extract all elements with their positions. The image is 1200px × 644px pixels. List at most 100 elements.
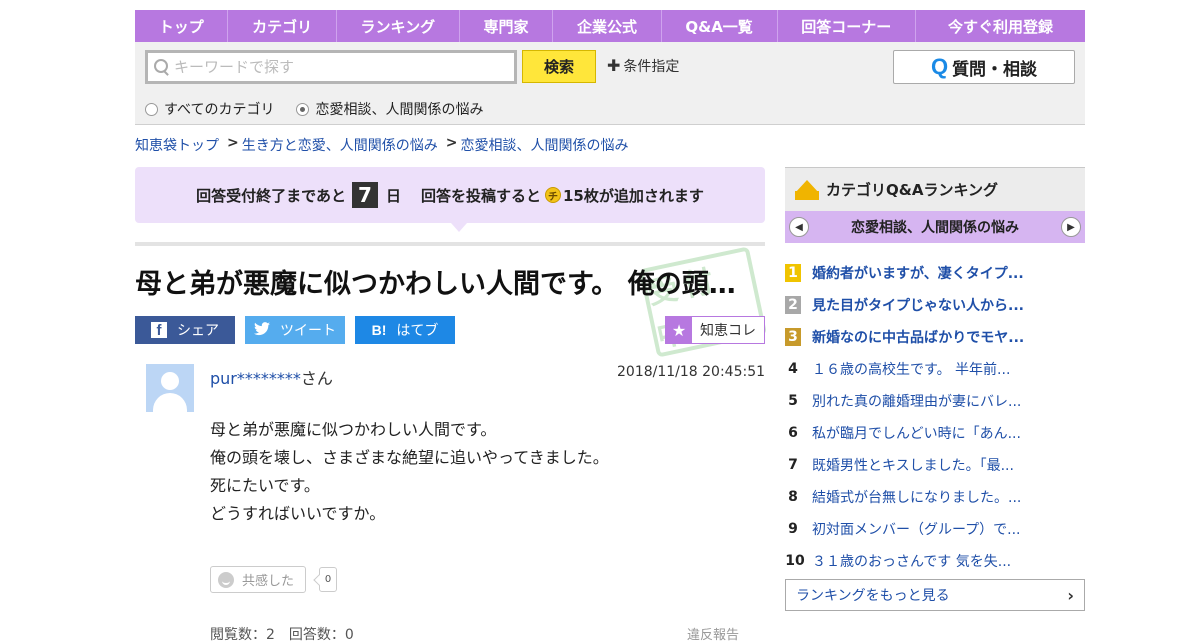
ranking-item-title: 見た目がタイプじゃない人から... xyxy=(812,298,1024,314)
ranking-item[interactable]: 5 別れた真の離婚理由が妻にバレ... xyxy=(785,385,1085,417)
rank-number: 5 xyxy=(788,393,798,409)
empathy-count: 0 xyxy=(319,567,337,592)
nav-item-category[interactable]: カテゴリ xyxy=(228,10,337,42)
ranking-item-title: 初対面メンバー（グループ）で... xyxy=(812,522,1021,538)
hatena-share-label: はてブ xyxy=(396,323,439,339)
plus-icon: ✚ xyxy=(607,56,621,75)
rank-number: 10 xyxy=(785,553,805,569)
question-body-line: どうすればいいですか。 xyxy=(210,504,386,523)
next-arrow-icon[interactable]: ▶ xyxy=(1061,217,1081,237)
prev-arrow-icon[interactable]: ◀ xyxy=(789,217,809,237)
page: トップ カテゴリ ランキング 専門家 企業公式 Q&A一覧 回答コーナー 今すぐ… xyxy=(135,0,1085,643)
facebook-share-button[interactable]: f シェア xyxy=(135,316,235,344)
twitter-share-label: ツイート xyxy=(280,323,336,339)
ranking-item[interactable]: 10 ３１歳のおっさんです 気を失... xyxy=(785,545,1085,577)
nav-item-ranking[interactable]: ランキング xyxy=(337,10,460,42)
radio-off-icon xyxy=(145,102,158,116)
ranking-item-title: 結婚式が台無しになりました。... xyxy=(812,490,1022,506)
question-author: pur********さん xyxy=(210,365,333,389)
notice-days-unit: 日 xyxy=(385,186,401,205)
facebook-share-label: シェア xyxy=(177,323,219,339)
ranking-item-title: １６歳の高校生です。 半年前... xyxy=(812,362,1011,378)
smile-icon xyxy=(218,571,234,588)
ranking-item-title: 婚約者がいますが、凄くタイプ... xyxy=(812,266,1024,282)
nav-item-answer-corner[interactable]: 回答コーナー xyxy=(778,10,916,42)
rank-number: 3 xyxy=(785,328,801,346)
ranking-title: カテゴリQ&Aランキング xyxy=(826,181,998,199)
ranking-header: カテゴリQ&Aランキング xyxy=(785,167,1085,211)
empathy-label: 共感した xyxy=(242,574,295,589)
search-input[interactable] xyxy=(174,58,504,76)
chie-collection-button[interactable]: ★ 知恵コレ xyxy=(665,316,765,344)
answer-deadline-notice: 回答受付終了まであと 7 日 回答を投稿すると チ 15枚が追加されます xyxy=(135,167,765,223)
author-link[interactable]: pur******** xyxy=(210,369,301,388)
breadcrumb-item-top[interactable]: 知恵袋トップ xyxy=(135,135,219,155)
search-field[interactable] xyxy=(145,50,517,84)
rank-number: 1 xyxy=(785,264,801,282)
chevron-right-icon: › xyxy=(1067,585,1074,605)
twitter-share-button[interactable]: ツイート xyxy=(245,316,345,344)
radio-category-label: 恋愛相談、人間関係の悩み xyxy=(315,102,484,118)
ranking-item[interactable]: 9 初対面メンバー（グループ）で... xyxy=(785,513,1085,545)
category-ranking: カテゴリQ&Aランキング ◀ 恋愛相談、人間関係の悩み ▶ 1 婚約者がいますが… xyxy=(785,167,1085,611)
question-body-line: 死にたいです。 xyxy=(210,476,320,495)
search-bar: 検索 ✚条件指定 Q 質問・相談 すべてのカテゴリ 恋愛相談、人間関係の悩み xyxy=(135,42,1085,125)
rank-number: 8 xyxy=(788,489,798,505)
ranking-item[interactable]: 7 既婚男性とキスしました。「最... xyxy=(785,449,1085,481)
rank-number: 4 xyxy=(788,361,798,377)
nav-item-top[interactable]: トップ xyxy=(135,10,229,42)
rank-number: 7 xyxy=(788,457,798,473)
ranking-item[interactable]: 6 私が臨月でしんどい時に「あん... xyxy=(785,417,1085,449)
nav-item-experts[interactable]: 専門家 xyxy=(460,10,554,42)
ask-question-button[interactable]: Q 質問・相談 xyxy=(893,50,1075,84)
radio-all-categories[interactable]: すべてのカテゴリ xyxy=(145,99,274,119)
twitter-bird-icon xyxy=(254,321,270,339)
rank-number: 2 xyxy=(785,296,801,314)
condition-link[interactable]: ✚ 条件指定 xyxy=(607,56,679,76)
ranking-item-title: 既婚男性とキスしました。「最... xyxy=(812,458,1014,474)
q-icon: Q xyxy=(930,54,949,79)
ranking-item[interactable]: 8 結婚式が台無しになりました。... xyxy=(785,481,1085,513)
ranking-more-label: ランキングをもっと見る xyxy=(796,588,950,604)
search-scope: すべてのカテゴリ 恋愛相談、人間関係の悩み xyxy=(145,99,505,119)
ranking-category-bar: ◀ 恋愛相談、人間関係の悩み ▶ xyxy=(785,211,1085,243)
avatar xyxy=(146,364,194,412)
ranking-list: 1 婚約者がいますが、凄くタイプ... 2 見た目がタイプじゃない人から... … xyxy=(785,257,1085,577)
search-icon xyxy=(154,59,170,75)
rank-number: 9 xyxy=(788,521,798,537)
ask-question-label: 質問・相談 xyxy=(952,59,1038,80)
ranking-item-title: ３１歳のおっさんです 気を失... xyxy=(812,554,1012,570)
radio-current-category[interactable]: 恋愛相談、人間関係の悩み xyxy=(296,99,483,119)
question-body-line: 母と弟が悪魔に似つかわしい人間です。 xyxy=(210,420,497,439)
question-body: 母と弟が悪魔に似つかわしい人間です。 俺の頭を壊し、さまざまな絶望に追いやってき… xyxy=(210,416,609,528)
ranking-item[interactable]: 3 新婚なのに中古品ばかりでモヤ... xyxy=(785,321,1085,353)
report-link[interactable]: 違反報告 xyxy=(687,624,739,643)
breadcrumb-item-life[interactable]: 生き方と恋愛、人間関係の悩み xyxy=(242,135,438,155)
search-button[interactable]: 検索 xyxy=(522,50,596,83)
ranking-item[interactable]: 1 婚約者がいますが、凄くタイプ... xyxy=(785,257,1085,289)
hatena-bookmark-button[interactable]: B! はてブ xyxy=(355,316,455,344)
ranking-item[interactable]: 4 １６歳の高校生です。 半年前... xyxy=(785,353,1085,385)
ranking-item-title: 私が臨月でしんどい時に「あん... xyxy=(812,426,1021,442)
notice-suffix: 15枚が追加されます xyxy=(563,186,704,205)
ranking-category-name: 恋愛相談、人間関係の悩み xyxy=(851,220,1019,236)
star-icon: ★ xyxy=(666,317,692,343)
empathy-button[interactable]: 共感した xyxy=(210,566,306,593)
notice-middle: 回答を投稿すると xyxy=(420,186,541,205)
question-stats: 閲覧数：2 回答数：0 xyxy=(210,627,354,643)
nav-item-official[interactable]: 企業公式 xyxy=(553,10,662,42)
ranking-item-title: 別れた真の離婚理由が妻にバレ... xyxy=(812,394,1022,410)
crown-icon xyxy=(795,179,819,200)
days-remaining: 7 xyxy=(351,182,378,208)
nav-item-qa-list[interactable]: Q&A一覧 xyxy=(662,10,778,42)
ranking-item[interactable]: 2 見た目がタイプじゃない人から... xyxy=(785,289,1085,321)
question-body-line: 俺の頭を壊し、さまざまな絶望に追いやってきました。 xyxy=(210,448,609,467)
breadcrumb-item-love[interactable]: 恋愛相談、人間関係の悩み xyxy=(460,135,628,155)
breadcrumb-separator: > xyxy=(227,135,239,151)
ranking-more-button[interactable]: ランキングをもっと見る › xyxy=(785,579,1085,611)
divider xyxy=(135,242,765,246)
condition-label: 条件指定 xyxy=(623,59,680,75)
question-title: 母と弟が悪魔に似つかわしい人間です。 俺の頭を壊し、さまざまな絶望に追いやってき… xyxy=(135,269,745,300)
post-datetime: 2018/11/18 20:45:51 xyxy=(617,364,766,380)
nav-item-register[interactable]: 今すぐ利用登録 xyxy=(916,10,1085,42)
